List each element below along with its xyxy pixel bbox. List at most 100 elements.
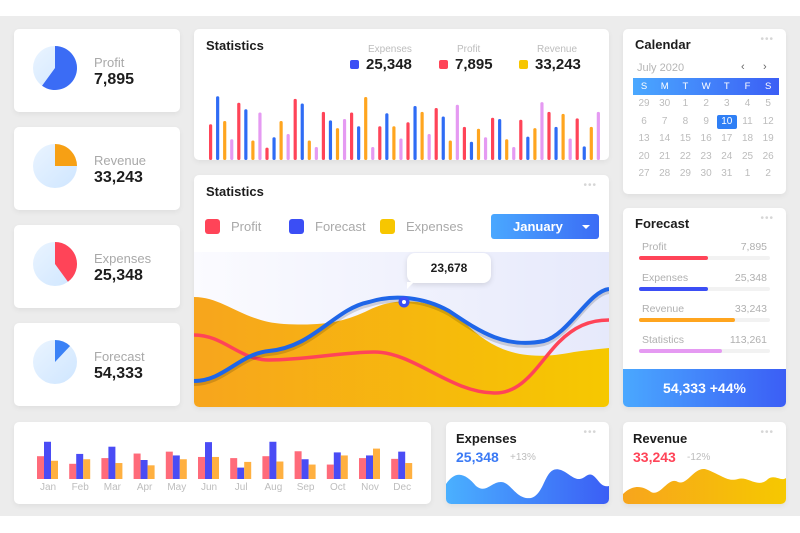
kpi-card-forecast: Forecast 54,333 [14,323,180,406]
calendar-day-selected[interactable]: 10 [716,114,737,129]
month-bar [44,441,51,479]
calendar-day[interactable]: 31 [717,167,737,181]
weekday-label: F [744,81,751,92]
month-select[interactable]: January [491,214,599,239]
more-options-icon[interactable]: ••• [760,214,774,224]
more-options-icon[interactable]: ••• [760,35,774,45]
calendar-day[interactable]: 1 [738,167,758,181]
calendar-day[interactable]: 11 [738,115,758,129]
calendar-day[interactable]: 28 [655,167,675,181]
bar [378,126,382,160]
monthly-bars-card: Jan Feb Mar Apr May Jun Jul Aug Sep Oct Nov Dec [14,422,431,504]
calendar-day[interactable]: 29 [675,167,695,181]
calendar-day[interactable]: 20 [634,150,654,164]
month-bar [262,456,270,479]
kpi-label: Expenses [94,251,152,266]
bar [441,116,445,160]
bar [554,126,558,160]
calendar-day[interactable]: 22 [675,150,695,164]
calendar-day[interactable]: 19 [758,132,778,146]
bar [364,96,368,160]
calendar-day[interactable]: 29 [634,97,654,111]
value-tooltip: 23,678 [407,253,491,289]
month-bar [391,458,399,479]
month-bar [405,463,413,479]
kpi-card-revenue: Revenue 33,243 [14,127,180,210]
expenses-value: 25,348 [456,449,499,465]
bar [216,96,220,160]
forecast-total: 54,333 +44% [623,369,786,407]
month-bar [147,465,155,479]
calendar-day[interactable]: 21 [655,150,675,164]
month-label: Apr [136,482,153,493]
month-label: Jun [200,482,218,493]
bar [505,139,509,160]
calendar-day[interactable]: 14 [655,132,675,146]
bar [582,146,586,160]
month-bar [333,452,341,479]
bar [491,117,495,160]
calendar-day[interactable]: 13 [634,132,654,146]
bar [371,147,375,160]
calendar-day[interactable]: 18 [738,132,758,146]
legend-swatch [289,219,304,234]
bar [498,119,502,160]
bar [575,118,579,160]
calendar-day[interactable]: 3 [717,97,737,111]
legend-swatch [380,219,395,234]
calendar-day[interactable]: 7 [655,115,675,129]
weekday-label: S [640,81,648,92]
month-bar [340,455,348,479]
calendar-day[interactable]: 25 [738,150,758,164]
kpi-value: 25,348 [94,267,143,284]
pie-icon [33,144,77,188]
calendar-day[interactable]: 30 [696,167,716,181]
calendar-day[interactable]: 12 [758,115,778,129]
forecast-value: 113,261 [729,334,767,346]
month-bar [326,464,334,479]
month-bar [301,459,309,479]
bar [286,134,290,160]
month-label: Aug [264,482,283,493]
kpi-value: 54,333 [94,365,143,382]
bar [237,102,241,160]
calendar-day[interactable]: 15 [675,132,695,146]
bar [540,102,544,160]
legend-label: Profit [231,219,262,234]
bar [328,120,333,160]
revenue-summary-card: Revenue ••• 33,243 -12% [623,422,786,504]
month-bar [83,459,91,479]
month-label: Jan [39,482,57,493]
month-bar [115,463,123,479]
progress-track [639,287,770,291]
calendar-day[interactable]: 5 [758,97,778,111]
calendar-day[interactable]: 2 [696,97,716,111]
prev-month-button[interactable]: ‹ [741,61,745,73]
revenue-value: 33,243 [633,449,676,465]
calendar-day[interactable]: 4 [738,97,758,111]
calendar-day[interactable]: 26 [758,150,778,164]
expenses-change: +13% [510,452,536,463]
calendar-day[interactable]: 27 [634,167,654,181]
calendar-day[interactable]: 17 [717,132,737,146]
bar [483,137,488,160]
bar [350,112,354,160]
weekday-label: T [682,81,689,92]
calendar-day[interactable]: 30 [655,97,675,111]
calendar-day[interactable]: 6 [634,115,654,129]
calendar-day[interactable]: 1 [675,97,695,111]
calendar-day[interactable]: 16 [696,132,716,146]
next-month-button[interactable]: › [763,61,767,73]
bar [314,147,318,160]
calendar-day[interactable]: 8 [675,115,695,129]
calendar-day[interactable]: 23 [696,150,716,164]
more-options-icon[interactable]: ••• [760,428,774,438]
calendar-day[interactable]: 24 [717,150,737,164]
bar [357,126,361,160]
more-options-icon[interactable]: ••• [583,181,597,191]
pie-icon [33,340,77,384]
calendar-day[interactable]: 9 [696,115,716,129]
calendar-day[interactable]: 2 [758,167,778,181]
more-options-icon[interactable]: ••• [583,428,597,438]
weekday-label: W [701,81,711,92]
